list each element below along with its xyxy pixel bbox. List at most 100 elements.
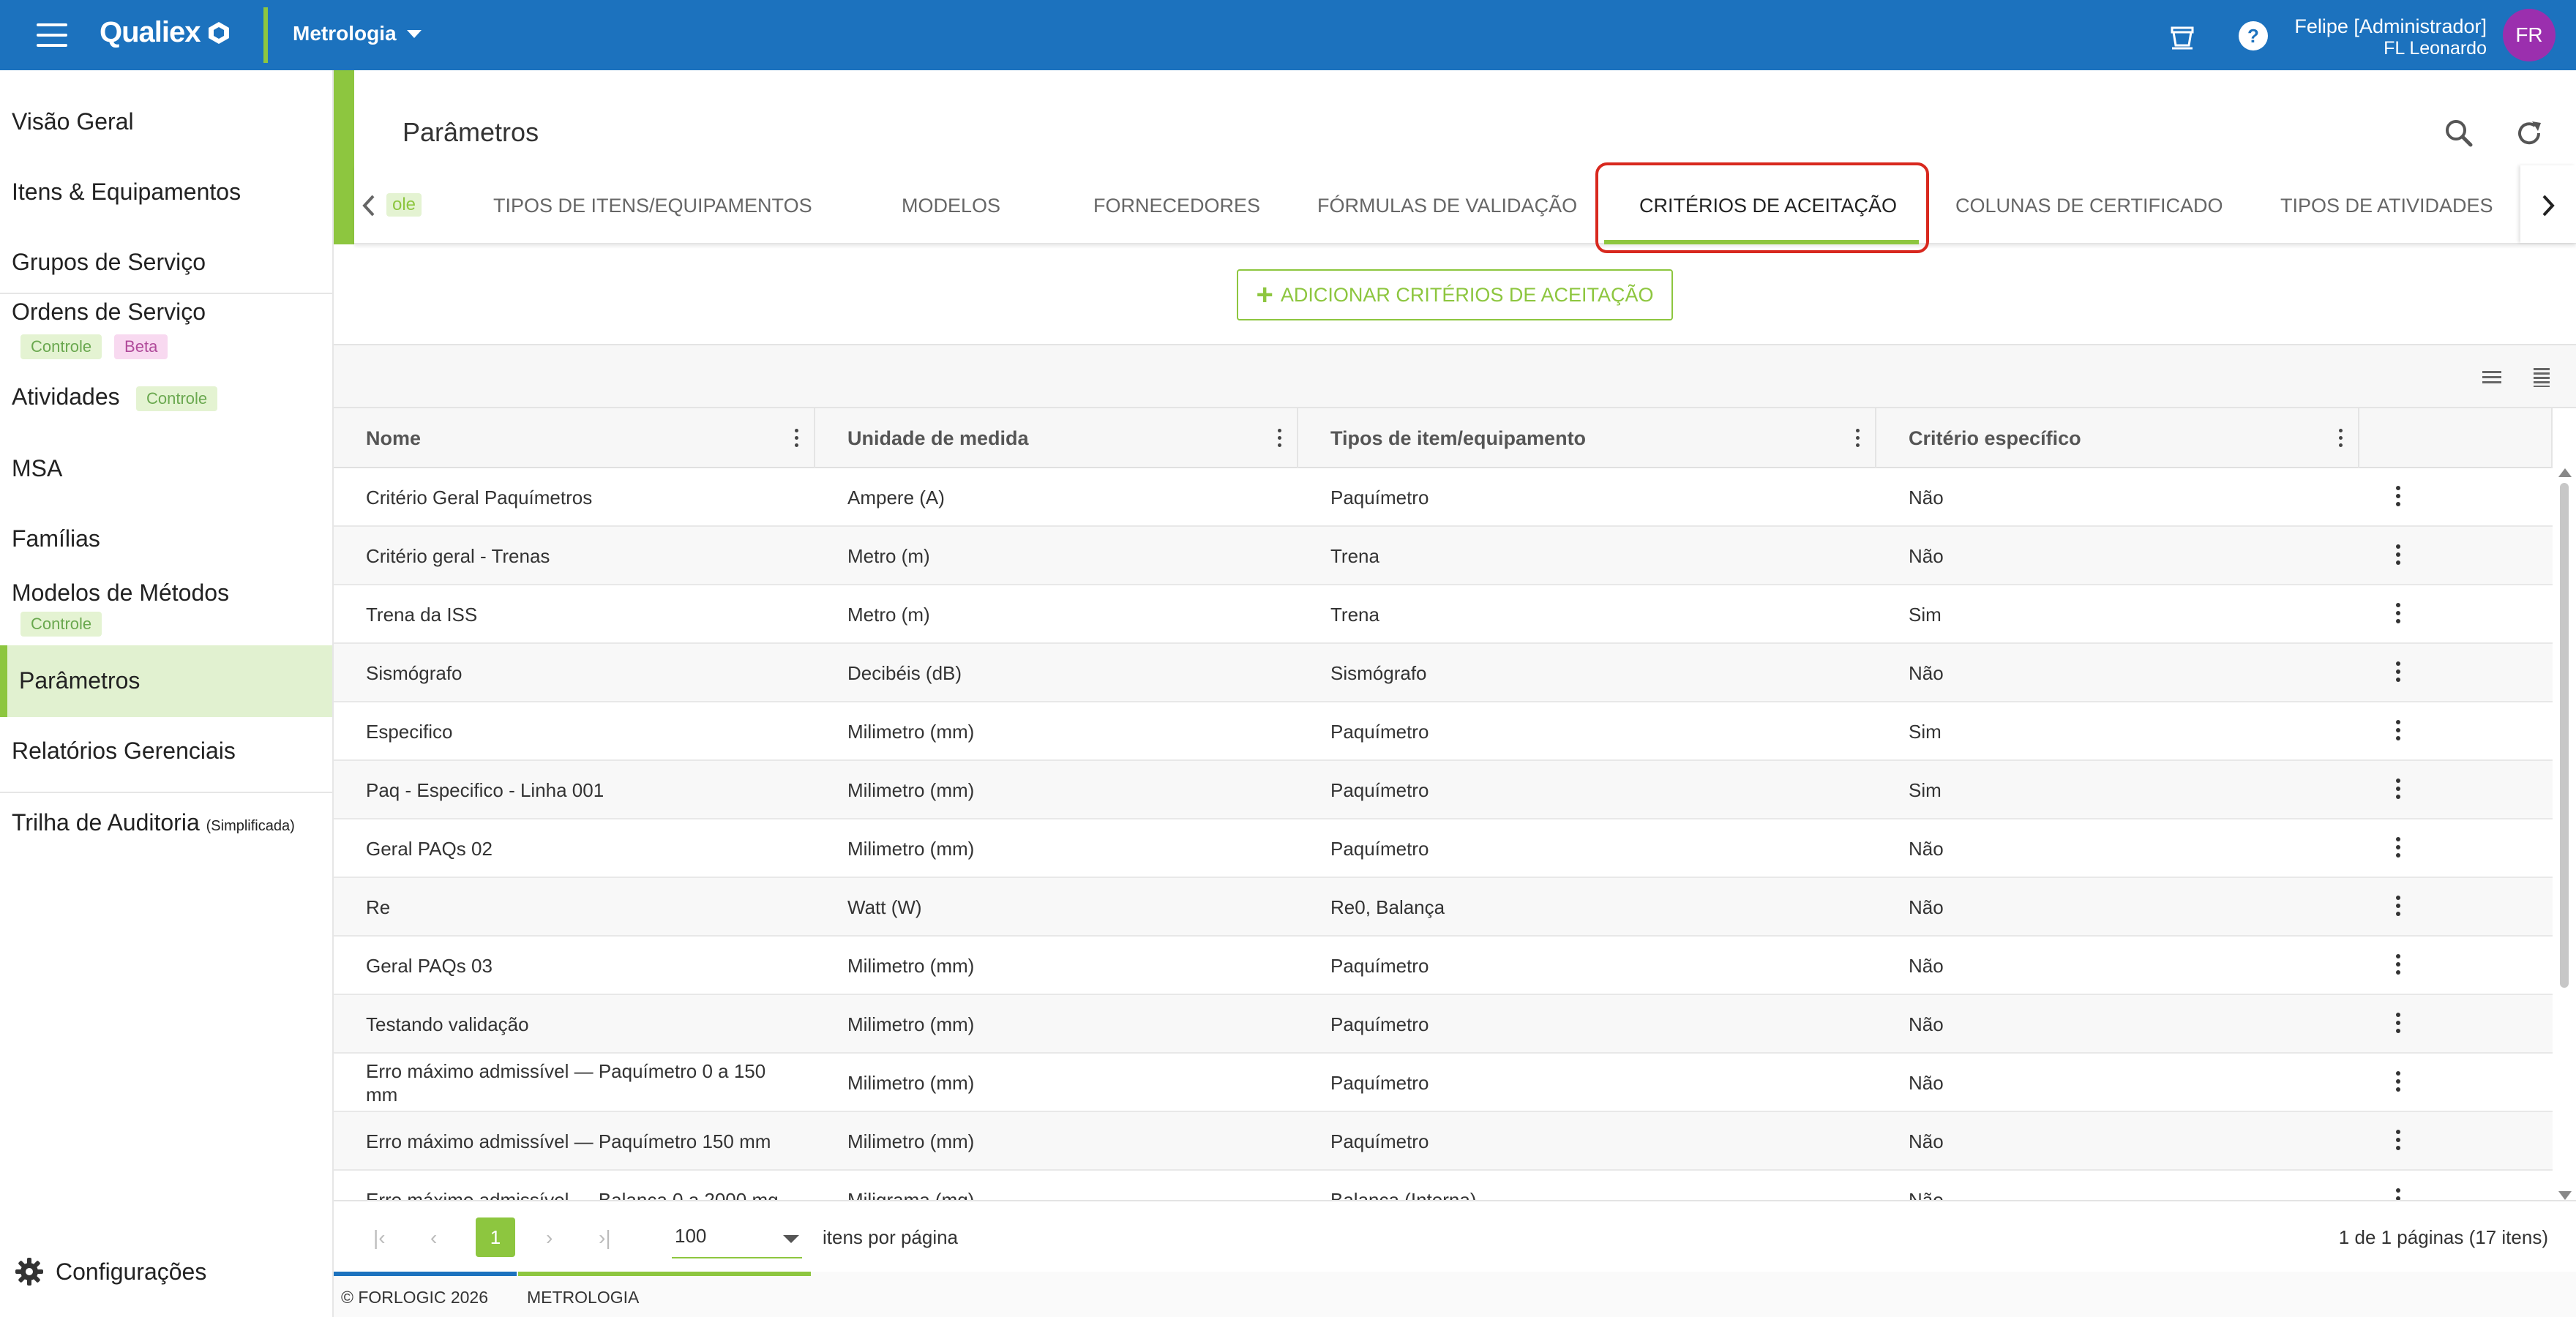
brand-logo[interactable]: Qualiex [100, 16, 231, 49]
sidebar-item-atividades[interactable]: Atividades Controle [0, 379, 332, 423]
table-row[interactable]: Erro máximo admissível — Paquímetro 150 … [334, 1112, 2553, 1171]
menu-icon[interactable] [37, 23, 67, 47]
column-menu-icon[interactable] [2339, 429, 2343, 448]
row-menu-icon[interactable] [2396, 544, 2402, 568]
table-cell: Paquímetro [1330, 1130, 1429, 1152]
table-cell: Miligrama (mg) [847, 1189, 975, 1200]
sidebar-item-itens-equipamentos[interactable]: Itens & Equipamentos [0, 173, 332, 217]
row-menu-icon[interactable] [2396, 1130, 2402, 1153]
table-row[interactable]: Sismógrafo Decibéis (dB) Sismógrafo Não [334, 644, 2553, 702]
table-row[interactable]: Testando validação Milimetro (mm) Paquímet… [334, 995, 2553, 1054]
search-icon[interactable] [2441, 116, 2476, 151]
sidebar-item-msa[interactable]: MSA [0, 449, 332, 493]
table-row[interactable]: Re Watt (W) Re0, Balança Não [334, 878, 2553, 937]
row-menu-icon[interactable] [2396, 837, 2402, 860]
module-selector[interactable]: Metrologia [293, 22, 422, 45]
table-cell: Erro máximo admissível — Paquímetro 0 a … [366, 1060, 766, 1106]
row-menu-icon[interactable] [2396, 1071, 2402, 1095]
compact-view-icon[interactable] [2531, 366, 2553, 388]
row-menu-icon[interactable] [2396, 486, 2402, 509]
sidebar-item-trilha-auditoria[interactable]: Trilha de Auditoria (Simplificada) [0, 803, 332, 847]
help-icon[interactable]: ? [2235, 18, 2272, 54]
table-cell: Trena [1330, 604, 1379, 626]
add-criteria-button[interactable]: + ADICIONAR CRITÉRIOS DE ACEITAÇÃO [1237, 269, 1673, 320]
chevron-left-icon[interactable] [354, 187, 383, 224]
refresh-icon[interactable] [2512, 116, 2547, 151]
table-cell: Paquímetro [1330, 779, 1429, 801]
row-menu-icon[interactable] [2396, 1188, 2402, 1200]
table-cell: Não [1909, 662, 1944, 684]
tab-fornecedores[interactable]: FORNECEDORES [1093, 195, 1260, 217]
table-row[interactable]: Critério geral - Trenas Metro (m) Trena Não [334, 527, 2553, 585]
page-size-select[interactable]: 100 [672, 1219, 802, 1258]
tab-modelos[interactable]: MODELOS [902, 195, 1000, 217]
table-cell: Milimetro (mm) [847, 721, 975, 743]
table-row[interactable]: Paq - Especifico - Linha 001 Milimetro (m… [334, 761, 2553, 819]
tab-tipos-itens[interactable]: TIPOS DE ITENS/EQUIPAMENTOS [493, 195, 812, 217]
row-menu-icon[interactable] [2396, 661, 2402, 685]
scroll-up-icon[interactable] [2558, 468, 2572, 477]
sidebar-item-modelos-metodos[interactable]: Modelos de Métodos Controle [0, 579, 332, 644]
table-cell: Geral PAQs 03 [366, 955, 493, 977]
table-row[interactable]: Erro máximo admissível — Paquímetro 0 a … [334, 1054, 2553, 1112]
last-page-icon[interactable]: ›| [599, 1226, 611, 1250]
tab-clipped[interactable]: ole [386, 193, 422, 217]
table-cell: Critério Geral Paquímetros [366, 487, 593, 509]
tab-tipos-atividades[interactable]: TIPOS DE ATIVIDADES [2280, 195, 2493, 217]
row-menu-icon[interactable] [2396, 954, 2402, 978]
footer-accent-green [518, 1272, 811, 1276]
table-row[interactable]: Critério Geral Paquímetros Ampere (A) Paqu… [334, 468, 2553, 527]
scroll-thumb[interactable] [2560, 483, 2569, 988]
sidebar-item-parametros[interactable]: Parâmetros [0, 645, 332, 717]
vertical-scrollbar[interactable] [2557, 468, 2572, 1200]
scroll-down-icon[interactable] [2558, 1191, 2572, 1200]
sidebar-item-label: Parâmetros [19, 667, 141, 694]
table-row[interactable]: Geral PAQs 02 Milimetro (mm) Paquímetro Não [334, 819, 2553, 878]
sidebar-item-relatorios-gerenciais[interactable]: Relatórios Gerenciais [0, 732, 332, 776]
row-menu-icon[interactable] [2396, 778, 2402, 802]
current-page[interactable]: 1 [476, 1217, 515, 1257]
row-menu-icon[interactable] [2396, 896, 2402, 919]
table-cell: Não [1909, 1130, 1944, 1152]
table-row[interactable]: Trena da ISS Metro (m) Trena Sim [334, 585, 2553, 644]
table-row[interactable]: Especifico Milimetro (mm) Paquímetro Sim [334, 702, 2553, 761]
sidebar-item-ordens-servico[interactable]: Ordens de Serviço Controle Beta [0, 299, 332, 363]
column-header-tipos[interactable]: Tipos de item/equipamento [1298, 408, 1876, 468]
table-row[interactable]: Geral PAQs 03 Milimetro (mm) Paquímetro Não [334, 937, 2553, 995]
table-cell: Não [1909, 955, 1944, 977]
tab-formulas-validacao[interactable]: FÓRMULAS DE VALIDAÇÃO [1317, 195, 1577, 217]
badge-controle: Controle [20, 334, 102, 359]
settings-link[interactable]: Configurações [13, 1256, 206, 1288]
badge-beta: Beta [114, 334, 168, 359]
user-info[interactable]: Felipe [Administrador] FL Leonardo [2294, 15, 2487, 59]
row-menu-icon[interactable] [2396, 720, 2402, 743]
prev-page-icon[interactable]: ‹ [430, 1226, 437, 1250]
sidebar-divider [0, 293, 332, 294]
column-menu-icon[interactable] [1278, 429, 1282, 448]
sidebar-item-familias[interactable]: Famílias [0, 519, 332, 563]
column-menu-icon[interactable] [1856, 429, 1860, 448]
first-page-icon[interactable]: |‹ [373, 1226, 386, 1250]
column-menu-icon[interactable] [795, 429, 799, 448]
sidebar-item-grupos-servico[interactable]: Grupos de Serviço [0, 243, 332, 287]
avatar[interactable]: FR [2503, 9, 2556, 61]
table-row[interactable]: Erro máximo admissível — Balança 0 a 200… [334, 1171, 2553, 1200]
sidebar-item-visao-geral[interactable]: Visão Geral [0, 102, 332, 146]
column-header-nome[interactable]: Nome [334, 408, 815, 468]
row-menu-icon[interactable] [2396, 1013, 2402, 1036]
list-view-icon[interactable] [2481, 366, 2503, 388]
row-menu-icon[interactable] [2396, 603, 2402, 626]
next-page-icon[interactable]: › [546, 1226, 553, 1250]
tab-scroll-right[interactable] [2520, 165, 2576, 243]
column-header-criterio[interactable]: Critério específico [1876, 408, 2359, 468]
user-org: FL Leonardo [2384, 38, 2487, 59]
tab-colunas-certificado[interactable]: COLUNAS DE CERTIFICADO [1955, 195, 2223, 217]
table-cell: Não [1909, 545, 1944, 567]
table-cell: Re0, Balança [1330, 896, 1445, 918]
table-body: Critério Geral Paquímetros Ampere (A) Paqu… [334, 468, 2553, 1200]
sidebar-item-label: Trilha de Auditoria [12, 809, 200, 836]
column-header-unidade[interactable]: Unidade de medida [815, 408, 1298, 468]
table-cell: Ampere (A) [847, 487, 945, 509]
table-cell: Paquímetro [1330, 955, 1429, 977]
coffee-cup-icon[interactable] [2165, 18, 2201, 54]
